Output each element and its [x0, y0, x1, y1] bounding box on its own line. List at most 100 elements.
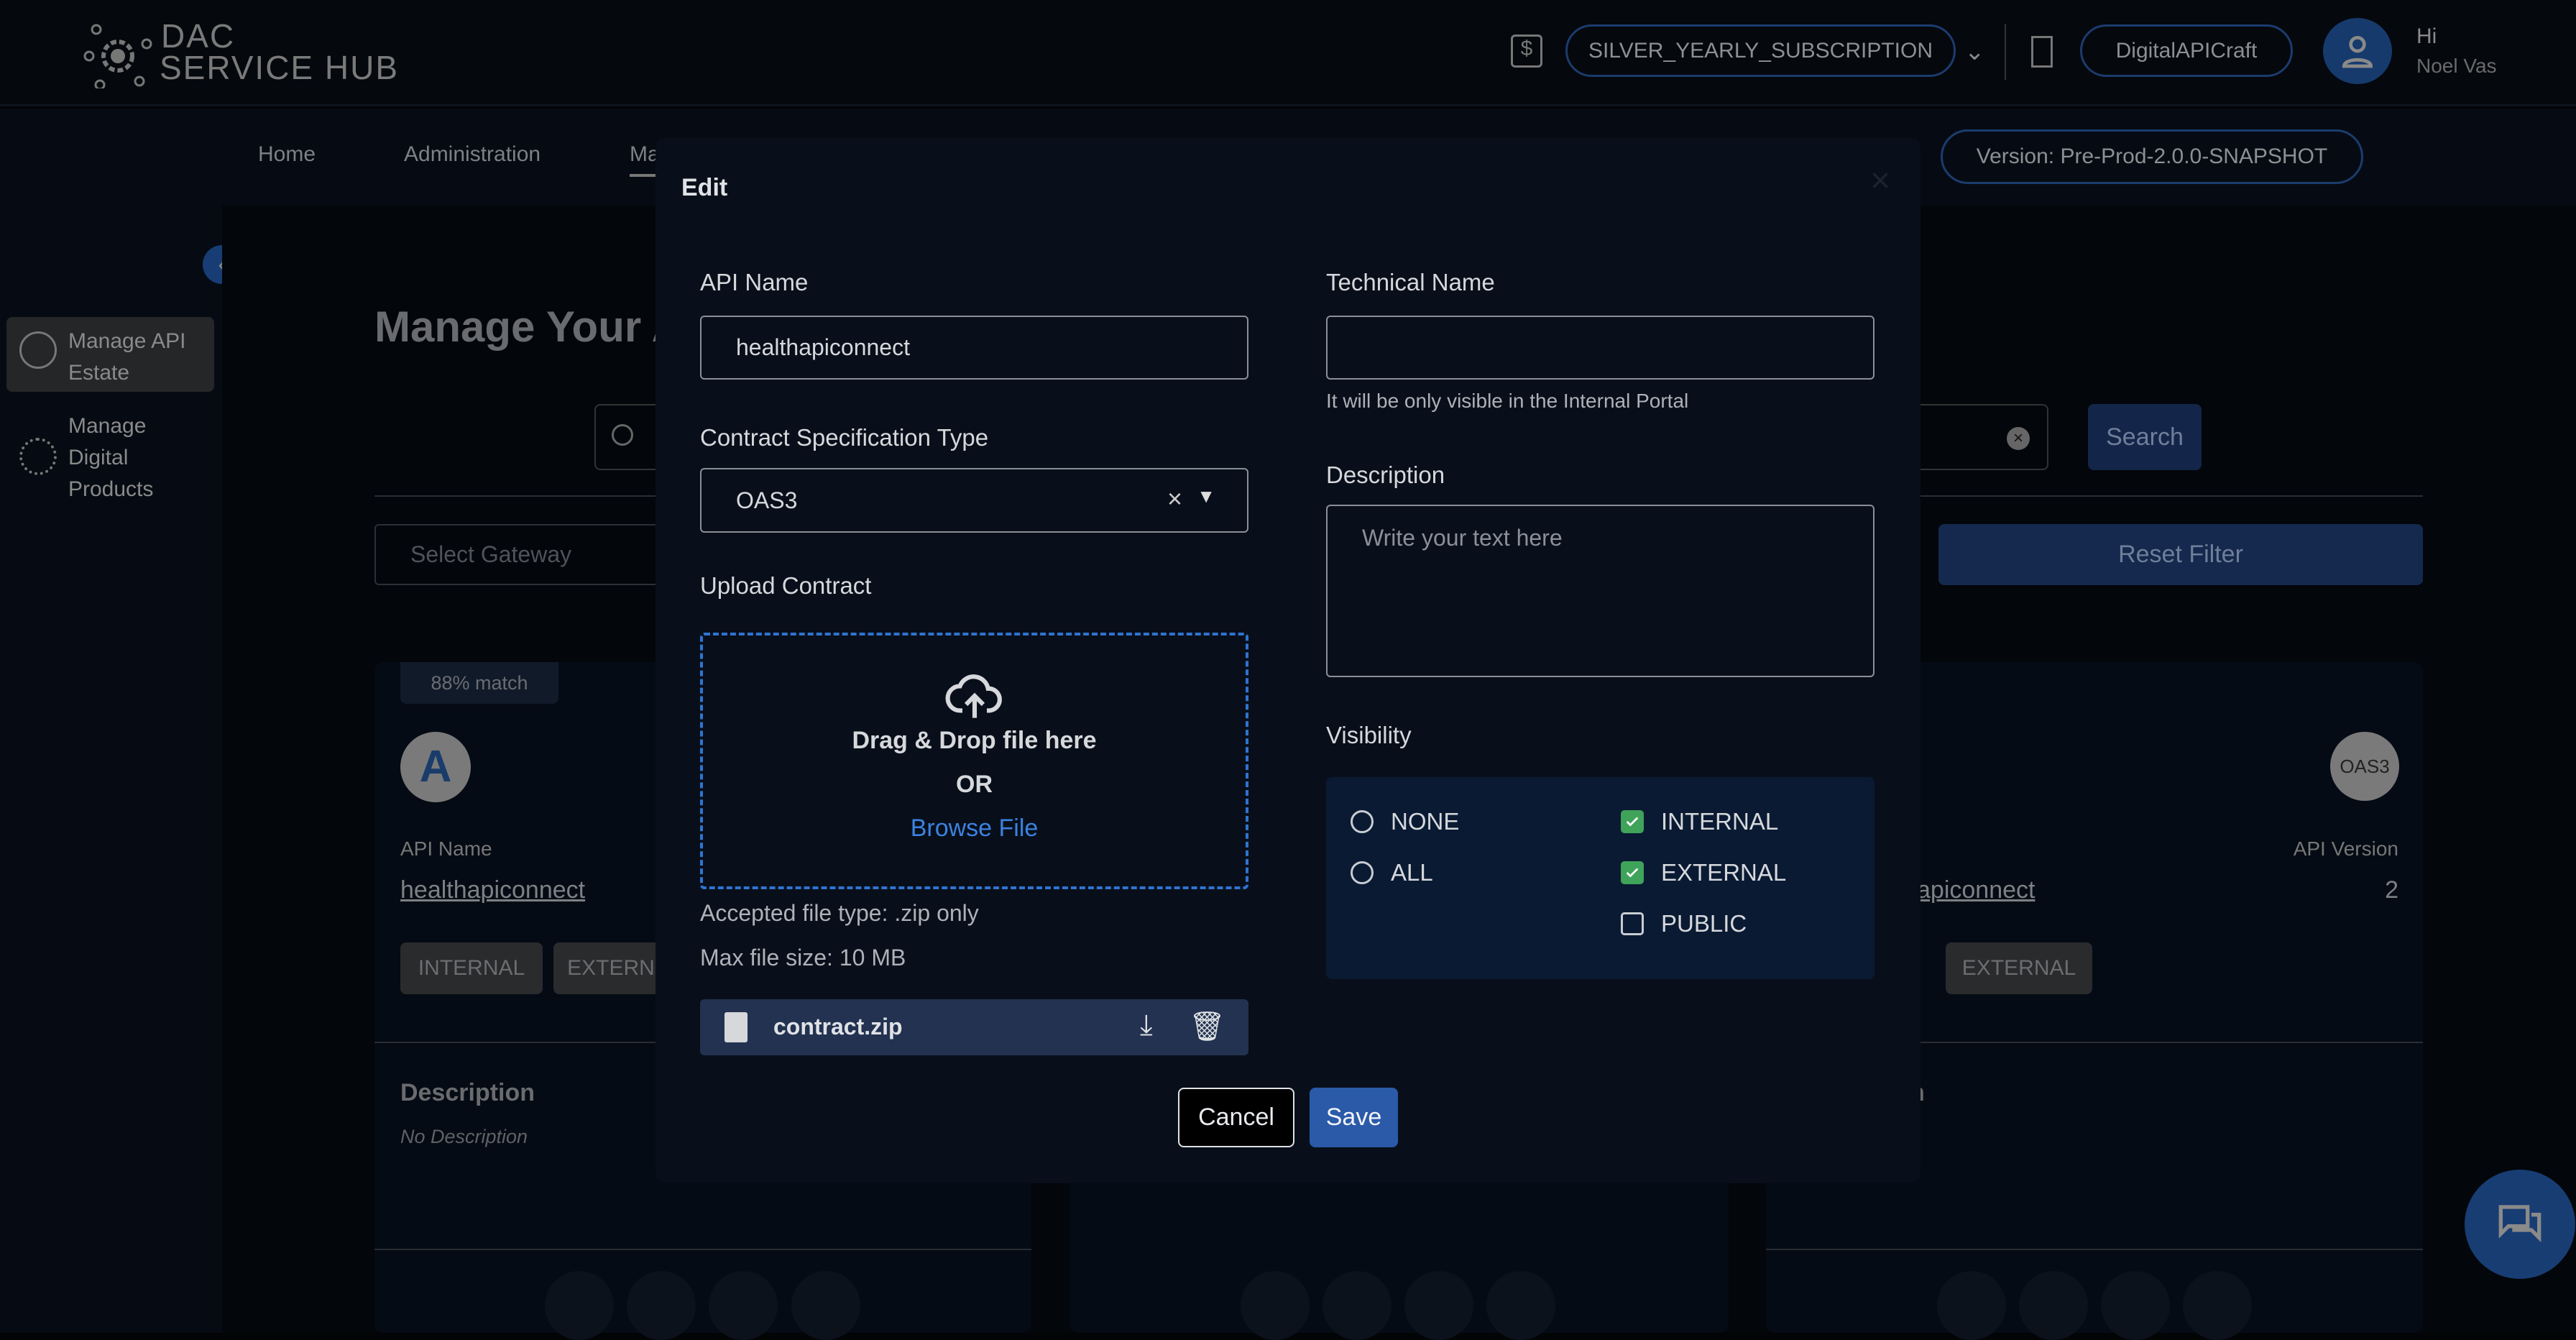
building-icon: [2031, 36, 2053, 68]
spec-type-label: Contract Specification Type: [700, 424, 989, 451]
technical-name-hint: It will be only visible in the Internal …: [1326, 390, 1689, 412]
logo[interactable]: DAC SERVICE HUB: [82, 17, 441, 88]
description-label: Description: [400, 1079, 535, 1106]
divider: [1766, 1249, 2423, 1250]
file-name: contract.zip: [773, 1014, 903, 1040]
tag-external: EXTERNAL: [1946, 942, 2092, 994]
greeting: Hi: [2416, 24, 2437, 48]
spec-type-select[interactable]: OAS3 × ▼: [700, 468, 1248, 533]
browse-file-link[interactable]: Browse File: [703, 814, 1246, 843]
view-button[interactable]: [2183, 1271, 2252, 1340]
clear-icon[interactable]: ×: [1167, 484, 1182, 514]
delete-button[interactable]: [2101, 1271, 2170, 1340]
organization-pill[interactable]: DigitalAPICraft: [2080, 24, 2293, 77]
divider: [374, 1249, 1031, 1250]
option-label: ALL: [1391, 859, 1433, 886]
accepted-file-type: Accepted file type: .zip only: [700, 900, 979, 926]
sidebar-item-manage-digital-products[interactable]: Manage Digital Products: [6, 410, 214, 504]
sidebar-item-label: Manage Digital Products: [68, 414, 154, 501]
api-name-link[interactable]: healthapiconnect: [400, 876, 585, 904]
top-header: DAC SERVICE HUB $ SILVER_YEARLY_SUBSCRIP…: [0, 0, 2576, 106]
nav-home[interactable]: Home: [258, 142, 316, 167]
visibility-none[interactable]: NONE: [1351, 808, 1459, 835]
close-icon[interactable]: ×: [1870, 161, 1890, 201]
option-label: EXTERNAL: [1661, 859, 1787, 886]
logo-text-2: SERVICE HUB: [160, 49, 400, 86]
divider: [2005, 24, 2006, 80]
download-contract-button[interactable]: [2019, 1271, 2088, 1340]
download-icon[interactable]: ⤓: [1140, 1009, 1153, 1042]
upload-label: Upload Contract: [700, 572, 872, 599]
tag-internal: INTERNAL: [400, 942, 543, 994]
caret-down-icon[interactable]: ▼: [1197, 485, 1215, 508]
visibility-all[interactable]: ALL: [1351, 859, 1433, 886]
search-icon: [612, 424, 633, 446]
api-name-label: API Name: [700, 269, 809, 295]
cloud-upload-icon: [19, 331, 57, 369]
delete-button[interactable]: [709, 1271, 778, 1340]
visibility-options: NONE ALL INTERNAL EXTERNAL PUBLIC: [1326, 777, 1874, 979]
api-name-link[interactable]: apiconnect: [1917, 876, 2035, 904]
azure-logo: A: [400, 732, 471, 802]
avatar[interactable]: [2323, 18, 2392, 84]
visibility-label: Visibility: [1326, 722, 1412, 748]
drop-zone[interactable]: Drag & Drop file here OR Browse File: [700, 633, 1248, 889]
save-button[interactable]: Save: [1310, 1088, 1398, 1147]
nav-administration[interactable]: Administration: [404, 142, 540, 167]
sidebar-item-label: Manage API Estate: [68, 329, 186, 385]
option-label: INTERNAL: [1661, 808, 1779, 835]
edit-button[interactable]: [1241, 1271, 1310, 1340]
subscription-selector[interactable]: SILVER_YEARLY_SUBSCRIPTION: [1565, 24, 1956, 77]
trash-icon[interactable]: 🗑: [1189, 1009, 1225, 1043]
technical-name-label: Technical Name: [1326, 269, 1495, 295]
technical-name-input[interactable]: [1326, 316, 1874, 380]
logo-gear-icon: [83, 24, 152, 88]
visibility-internal[interactable]: INTERNAL: [1621, 808, 1778, 835]
api-name-label: API Name: [400, 838, 492, 860]
checkbox-unchecked[interactable]: [1621, 912, 1644, 935]
spec-type-value: OAS3: [736, 487, 798, 513]
visibility-public[interactable]: PUBLIC: [1621, 910, 1747, 937]
version-badge: Version: Pre-Prod-2.0.0-SNAPSHOT: [1941, 129, 2363, 184]
description-text: No Description: [400, 1126, 528, 1147]
max-file-size: Max file size: 10 MB: [700, 945, 906, 970]
download-contract-button[interactable]: [627, 1271, 696, 1340]
user-icon: [2342, 36, 2373, 68]
page-title: Manage Your A: [374, 303, 683, 351]
chevron-down-icon[interactable]: ⌄: [1964, 37, 1985, 66]
checkbox-checked[interactable]: [1621, 861, 1644, 884]
description-textarea[interactable]: Write your text here: [1326, 505, 1874, 677]
clear-icon[interactable]: ×: [2007, 427, 2030, 450]
sidebar: Manage API Estate Manage Digital Product…: [0, 206, 222, 1333]
reset-filter-button[interactable]: Reset Filter: [1938, 524, 2423, 585]
chat-button[interactable]: [2465, 1170, 2575, 1279]
search-button[interactable]: Search: [2088, 404, 2202, 470]
radio[interactable]: [1351, 861, 1374, 884]
match-badge: 88% match: [400, 662, 558, 704]
description-label: Description: [1326, 462, 1445, 488]
cancel-button[interactable]: Cancel: [1178, 1088, 1294, 1147]
checkbox-checked[interactable]: [1621, 810, 1644, 833]
sidebar-item-manage-api-estate[interactable]: Manage API Estate: [6, 317, 214, 392]
view-button[interactable]: [791, 1271, 860, 1340]
chat-icon: [2498, 1205, 2542, 1243]
edit-button[interactable]: [1937, 1271, 2006, 1340]
cloud-upload-icon: [945, 674, 1002, 718]
drop-text: Drag & Drop file here: [852, 727, 1097, 754]
or-text: OR: [956, 771, 993, 798]
option-label: NONE: [1391, 808, 1460, 835]
delete-button[interactable]: [1404, 1271, 1473, 1340]
edit-modal: Edit × API Name healthapiconnect Contrac…: [656, 138, 1920, 1183]
download-contract-button[interactable]: [1322, 1271, 1392, 1340]
uploaded-file: contract.zip ⤓ 🗑: [700, 999, 1248, 1055]
subscription-icon: $: [1511, 35, 1542, 68]
gear-box-icon: [19, 438, 57, 475]
option-label: PUBLIC: [1661, 910, 1747, 937]
visibility-external[interactable]: EXTERNAL: [1621, 859, 1786, 886]
api-version-label: API Version: [2293, 838, 2398, 860]
tag-external: EXTERN: [553, 942, 668, 994]
radio[interactable]: [1351, 810, 1374, 833]
edit-button[interactable]: [545, 1271, 614, 1340]
api-name-input[interactable]: healthapiconnect: [700, 316, 1248, 380]
view-button[interactable]: [1486, 1271, 1555, 1340]
